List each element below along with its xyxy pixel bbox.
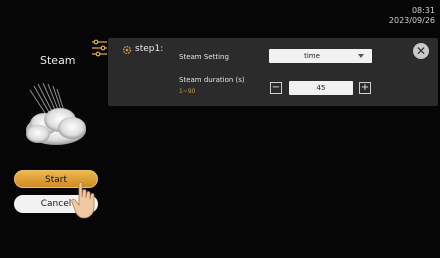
steam-duration-label: Steam duration (s): [179, 76, 245, 84]
increase-button[interactable]: +: [359, 82, 371, 94]
mode-title: Steam: [40, 54, 76, 67]
settings-sliders-icon[interactable]: [91, 39, 108, 57]
steam-duration-range: 1~90: [179, 88, 196, 95]
step-settings-panel: step1: Steam Setting time ✕ Steam durati…: [108, 38, 438, 106]
decrease-button[interactable]: −: [270, 82, 282, 94]
steam-setting-select[interactable]: time: [269, 49, 372, 63]
pointer-hand-icon: [71, 182, 95, 219]
steam-duration-input[interactable]: [289, 81, 353, 95]
steam-setting-label: Steam Setting: [179, 53, 229, 61]
chevron-down-icon: [358, 54, 364, 58]
steam-setting-value: time: [304, 52, 320, 60]
steam-cloud-icon: [26, 82, 86, 145]
step-label: step1:: [135, 44, 164, 54]
status-date: 2023/09/26: [388, 16, 435, 25]
close-icon[interactable]: ✕: [413, 43, 429, 59]
status-clock: 08:31 2023/09/26: [389, 6, 435, 26]
status-time: 08:31: [411, 6, 435, 15]
step-gear-icon: [122, 45, 132, 55]
